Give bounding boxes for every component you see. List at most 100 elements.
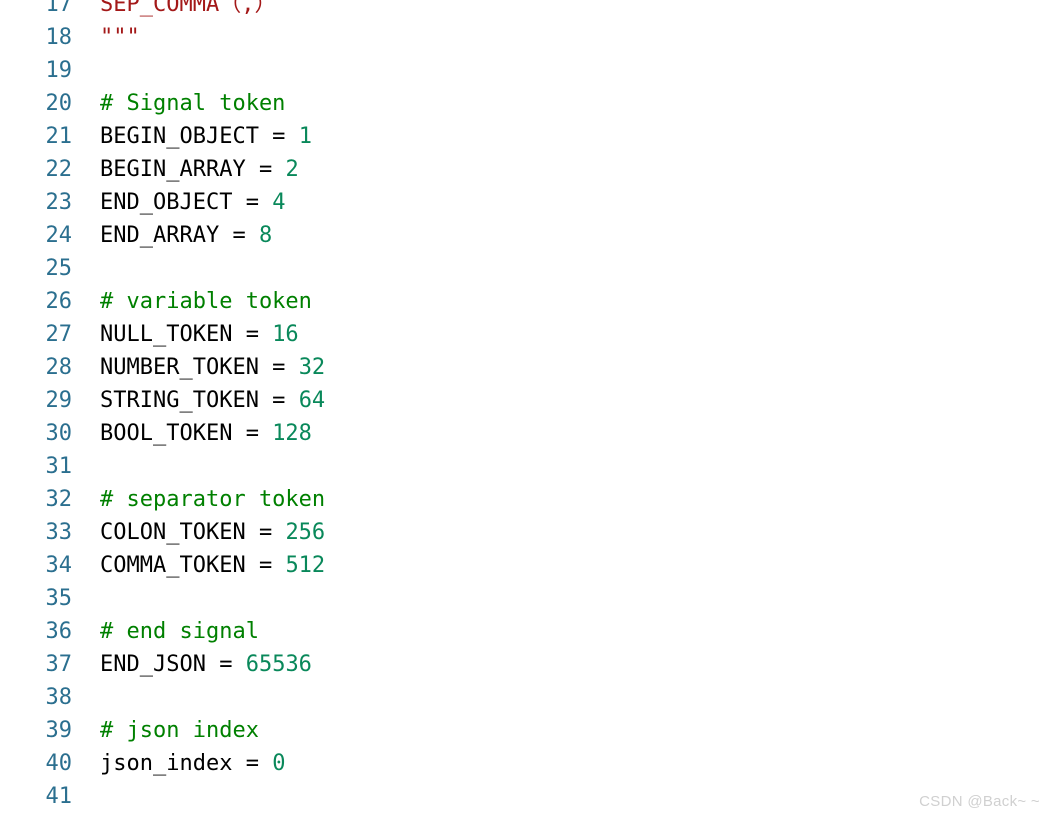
line-number: 19 xyxy=(45,58,73,83)
code-line[interactable]: 38 xyxy=(0,681,1053,714)
code-line[interactable]: 40 json_index = 0 xyxy=(0,747,1053,780)
line-content[interactable]: # end signal xyxy=(100,615,259,648)
token-number: 0 xyxy=(272,751,286,776)
line-number: 20 xyxy=(45,91,73,116)
token-plain: STRING_TOKEN = xyxy=(100,388,299,413)
code-line[interactable]: 32 # separator token xyxy=(0,483,1053,516)
line-content[interactable]: NUMBER_TOKEN = 32 xyxy=(100,351,325,384)
code-line[interactable]: 26 # variable token xyxy=(0,285,1053,318)
code-line[interactable]: 21 BEGIN_OBJECT = 1 xyxy=(0,120,1053,153)
token-plain: BEGIN_OBJECT = xyxy=(100,124,299,149)
token-plain: NULL_TOKEN = xyxy=(100,322,273,347)
line-content[interactable]: STRING_TOKEN = 64 xyxy=(100,384,325,417)
token-number: 4 xyxy=(272,190,286,215)
code-line[interactable]: 20 # Signal token xyxy=(0,87,1053,120)
token-plain: COLON_TOKEN = xyxy=(100,520,286,545)
line-number: 39 xyxy=(45,718,73,743)
line-number: 34 xyxy=(45,553,73,578)
token-string: """ xyxy=(100,25,140,50)
line-number: 25 xyxy=(45,256,73,281)
line-number: 31 xyxy=(45,454,73,479)
code-line[interactable]: 23 END_OBJECT = 4 xyxy=(0,186,1053,219)
token-comment: # Signal token xyxy=(100,91,286,116)
code-line-list[interactable]: 17 SEP_COMMA（,） 18 """ 19 20 # Signal token 21 B… xyxy=(0,0,1053,813)
token-number: 1 xyxy=(298,124,312,149)
token-number: 8 xyxy=(258,223,273,248)
token-plain: END_OBJECT = xyxy=(100,190,273,215)
code-line[interactable]: 31 xyxy=(0,450,1053,483)
token-plain: END_JSON = xyxy=(100,652,246,677)
line-content[interactable]: COLON_TOKEN = 256 xyxy=(100,516,325,549)
token-number: 2 xyxy=(285,157,299,182)
code-line[interactable]: 27 NULL_TOKEN = 16 xyxy=(0,318,1053,351)
line-number: 26 xyxy=(45,289,73,314)
line-number: 28 xyxy=(45,355,73,380)
line-content[interactable]: # separator token xyxy=(100,483,325,516)
line-content[interactable]: SEP_COMMA（,） xyxy=(100,0,276,21)
line-number: 29 xyxy=(45,388,73,413)
token-comment: # separator token xyxy=(100,487,326,512)
line-content[interactable]: END_JSON = 65536 xyxy=(100,648,312,681)
line-number: 37 xyxy=(45,652,73,677)
line-number: 40 xyxy=(45,751,73,776)
line-number: 21 xyxy=(45,124,73,149)
line-content[interactable]: BEGIN_OBJECT = 1 xyxy=(100,120,312,153)
line-number: 30 xyxy=(45,421,73,446)
line-number: 41 xyxy=(45,784,73,809)
code-line[interactable]: 34 COMMA_TOKEN = 512 xyxy=(0,549,1053,582)
code-line[interactable]: 25 xyxy=(0,252,1053,285)
line-number: 32 xyxy=(45,487,73,512)
line-content[interactable]: NULL_TOKEN = 16 xyxy=(100,318,299,351)
token-plain: END_ARRAY = xyxy=(100,223,259,248)
code-line[interactable]: 30 BOOL_TOKEN = 128 xyxy=(0,417,1053,450)
code-line[interactable]: 18 """ xyxy=(0,21,1053,54)
code-line[interactable]: 41 xyxy=(0,780,1053,813)
line-number: 33 xyxy=(45,520,73,545)
line-number: 24 xyxy=(45,223,73,248)
line-number: 18 xyxy=(45,25,73,50)
line-content[interactable]: """ xyxy=(100,21,140,54)
code-editor[interactable]: 17 SEP_COMMA（,） 18 """ 19 20 # Signal token 21 B… xyxy=(0,0,1053,816)
line-number: 38 xyxy=(45,685,73,710)
token-string: SEP_COMMA（,） xyxy=(100,0,277,17)
csdn-watermark: CSDN @Back~ ~ xyxy=(919,793,1040,810)
code-line[interactable]: 33 COLON_TOKEN = 256 xyxy=(0,516,1053,549)
line-content[interactable]: END_ARRAY = 8 xyxy=(100,219,272,252)
line-content[interactable]: BEGIN_ARRAY = 2 xyxy=(100,153,299,186)
token-plain: COMMA_TOKEN = xyxy=(100,553,286,578)
code-line[interactable]: 22 BEGIN_ARRAY = 2 xyxy=(0,153,1053,186)
token-number: 64 xyxy=(298,388,326,413)
code-line[interactable]: 19 xyxy=(0,54,1053,87)
line-content[interactable]: json_index = 0 xyxy=(100,747,285,780)
line-content[interactable]: BOOL_TOKEN = 128 xyxy=(100,417,312,450)
code-line[interactable]: 28 NUMBER_TOKEN = 32 xyxy=(0,351,1053,384)
token-comment: # json index xyxy=(100,718,259,743)
token-comment: # variable token xyxy=(100,289,312,314)
line-content[interactable]: # json index xyxy=(100,714,259,747)
line-content[interactable]: COMMA_TOKEN = 512 xyxy=(100,549,325,582)
code-line[interactable]: 29 STRING_TOKEN = 64 xyxy=(0,384,1053,417)
line-number: 35 xyxy=(45,586,73,611)
line-content[interactable]: END_OBJECT = 4 xyxy=(100,186,285,219)
token-plain: NUMBER_TOKEN = xyxy=(100,355,299,380)
line-number: 22 xyxy=(45,157,73,182)
code-line[interactable]: 36 # end signal xyxy=(0,615,1053,648)
code-line[interactable]: 37 END_JSON = 65536 xyxy=(0,648,1053,681)
code-line[interactable]: 24 END_ARRAY = 8 xyxy=(0,219,1053,252)
token-number: 512 xyxy=(285,553,326,578)
line-content[interactable]: # variable token xyxy=(100,285,312,318)
token-number: 65536 xyxy=(245,652,312,677)
token-number: 256 xyxy=(285,520,326,545)
line-number: 23 xyxy=(45,190,73,215)
token-plain: BEGIN_ARRAY = xyxy=(100,157,286,182)
line-number: 36 xyxy=(45,619,73,644)
token-comment: # end signal xyxy=(100,619,259,644)
token-number: 16 xyxy=(272,322,299,347)
line-number: 17 xyxy=(45,0,73,17)
code-line[interactable]: 39 # json index xyxy=(0,714,1053,747)
line-content[interactable]: # Signal token xyxy=(100,87,285,120)
line-number: 27 xyxy=(45,322,73,347)
code-line[interactable]: 17 SEP_COMMA（,） xyxy=(0,0,1053,21)
code-line[interactable]: 35 xyxy=(0,582,1053,615)
token-plain: json_index = xyxy=(100,751,273,776)
